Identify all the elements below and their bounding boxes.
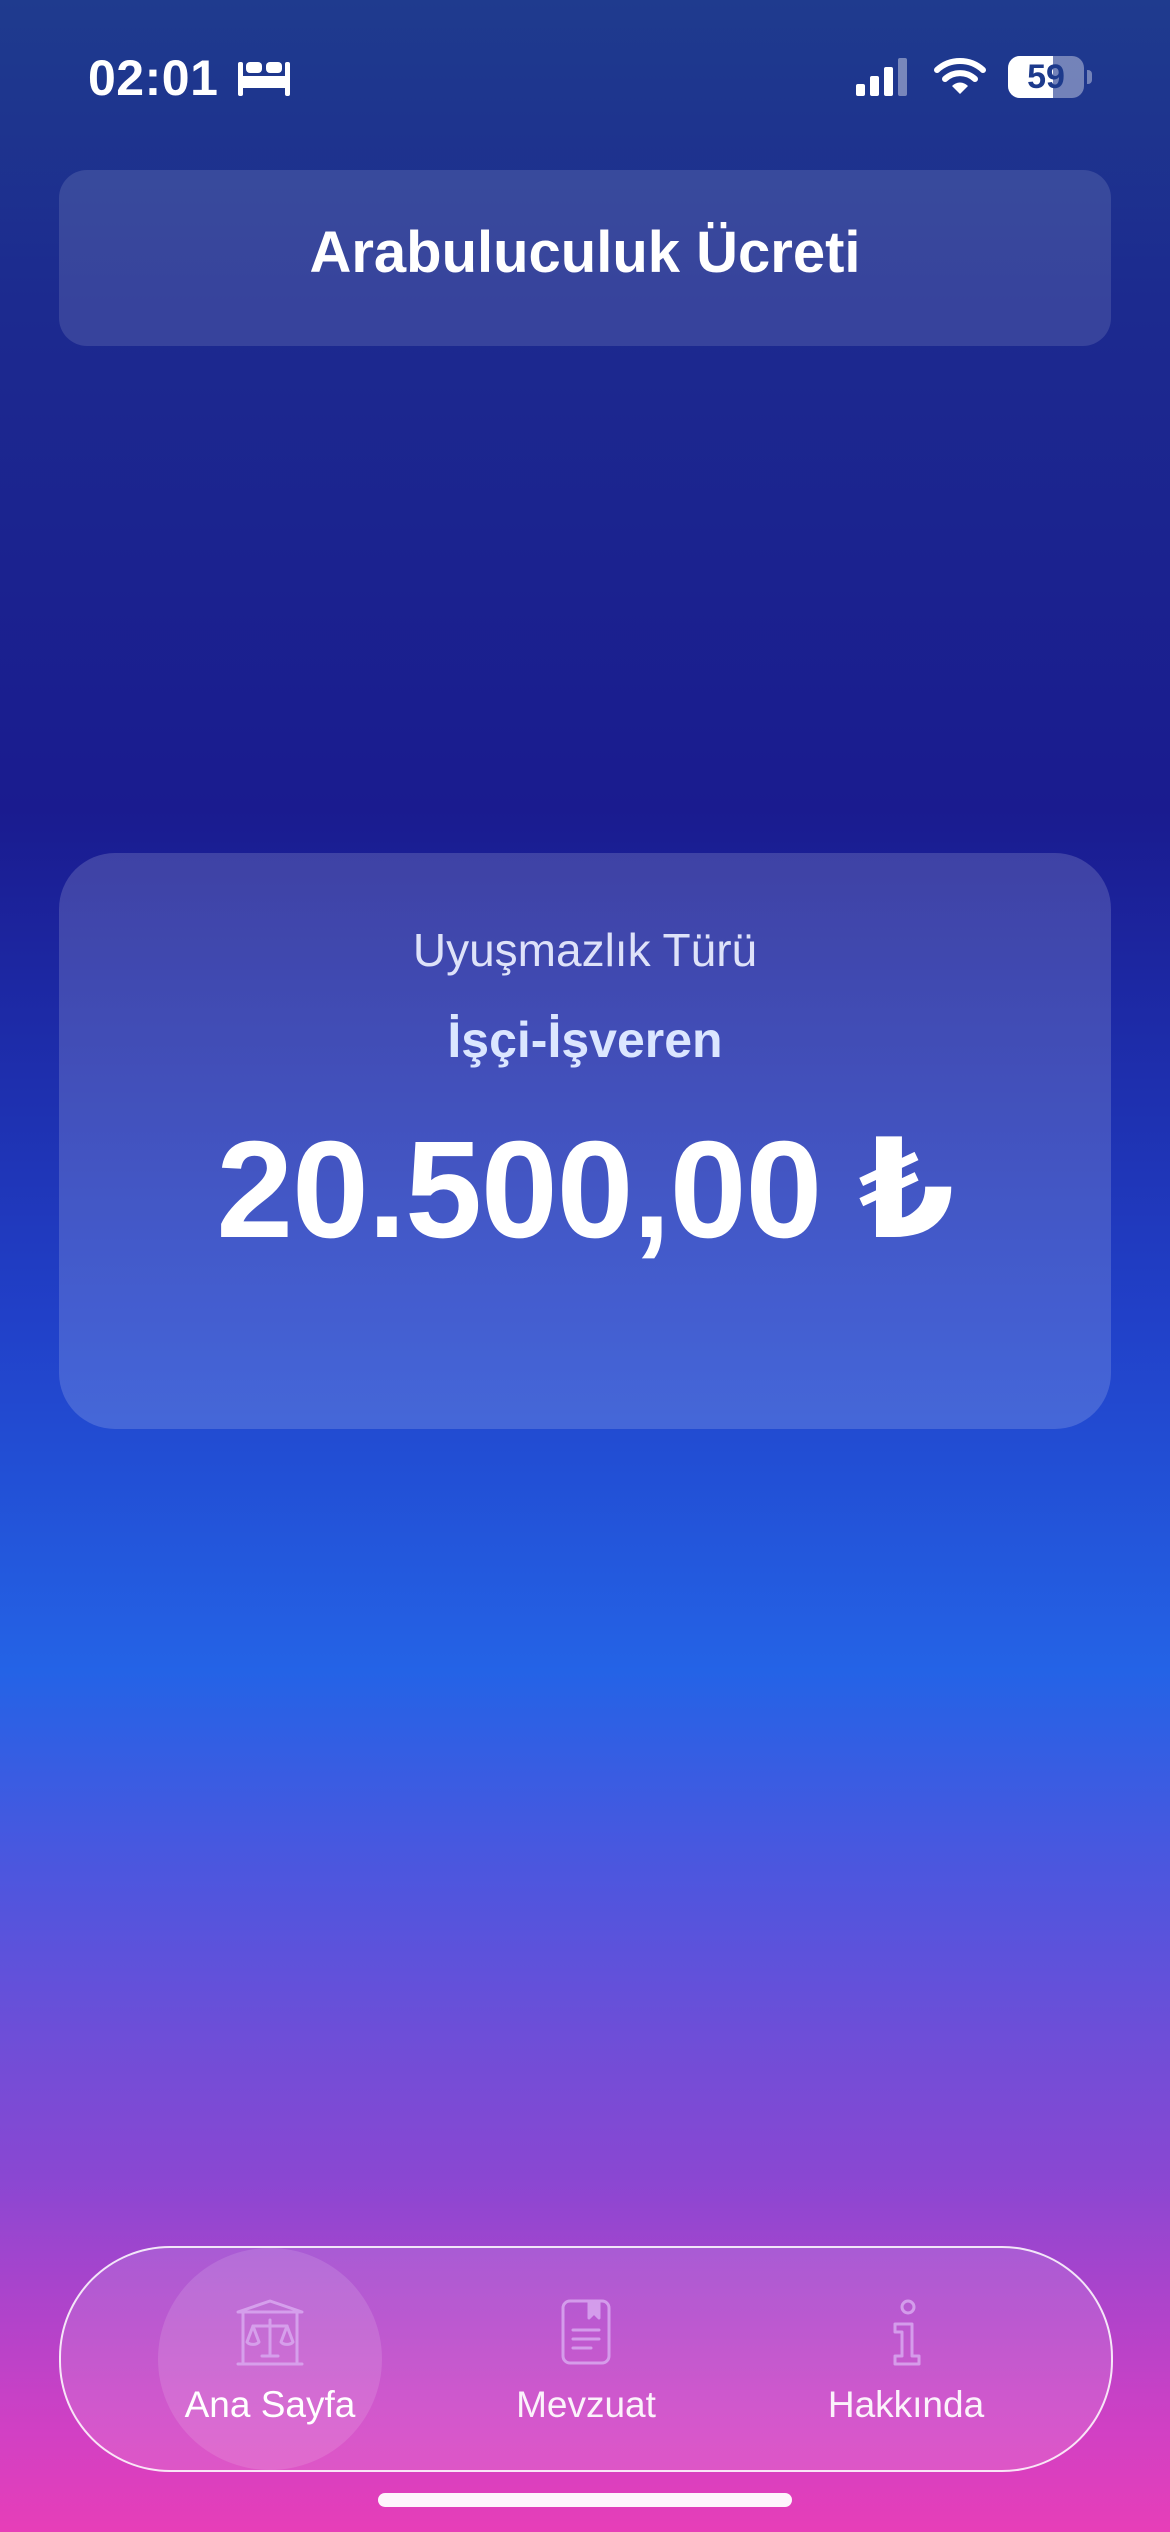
result-card: Uyuşmazlık Türü İşçi-İşveren 20.500,00 ₺ — [59, 853, 1111, 1429]
home-indicator[interactable] — [378, 2493, 792, 2507]
page-title: Arabuluculuk Ücreti — [309, 220, 861, 285]
tab-about[interactable]: Hakkında — [791, 2248, 1021, 2470]
fee-amount: 20.500,00 ₺ — [216, 1113, 954, 1267]
scales-icon — [236, 2299, 304, 2366]
status-time: 02:01 — [88, 50, 219, 106]
status-bar: 02:01 59 — [0, 0, 1170, 150]
signal-icon — [856, 58, 907, 96]
tab-label-laws: Mevzuat — [516, 2384, 656, 2425]
battery-level: 59 — [1027, 58, 1065, 96]
info-icon — [893, 2299, 921, 2366]
tab-bar: Ana Sayfa Mevzuat Hakkında — [59, 2246, 1113, 2472]
tab-home[interactable]: Ana Sayfa — [155, 2248, 385, 2470]
header-card: Arabuluculuk Ücreti — [59, 170, 1111, 346]
tab-label-home: Ana Sayfa — [184, 2384, 356, 2425]
document-icon — [561, 2299, 611, 2365]
wifi-icon — [934, 58, 986, 94]
tab-laws[interactable]: Mevzuat — [471, 2248, 701, 2470]
tab-label-about: Hakkında — [827, 2384, 985, 2425]
dispute-type-label: Uyuşmazlık Türü — [412, 924, 758, 976]
battery-icon: 59 — [1008, 56, 1092, 98]
bed-icon — [238, 62, 290, 96]
dispute-type-value: İşçi-İşveren — [447, 1012, 723, 1068]
